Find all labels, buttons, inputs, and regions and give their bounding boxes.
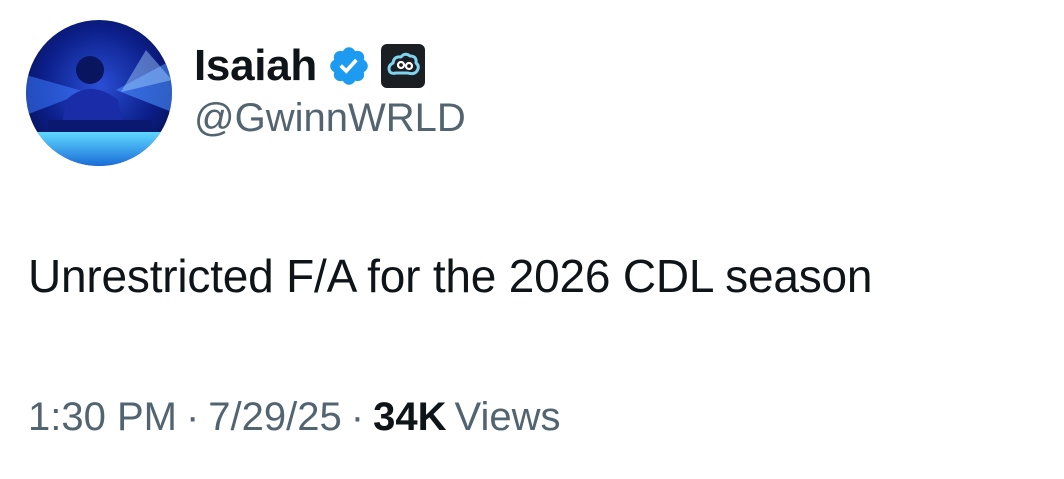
meta-separator: · <box>350 395 365 439</box>
verified-badge-icon[interactable] <box>327 44 371 88</box>
tweet-meta: 1:30 PM · 7/29/25 · 34K Views <box>28 397 560 437</box>
cloud9-logo-icon[interactable] <box>380 44 425 88</box>
avatar-image <box>26 20 172 166</box>
views-label: Views <box>454 395 561 439</box>
views-count: 34K <box>373 395 447 439</box>
tweet-date[interactable]: 7/29/25 <box>208 397 341 437</box>
author-display-name[interactable]: Isaiah <box>194 44 317 88</box>
tweet-time[interactable]: 1:30 PM <box>28 397 177 437</box>
tweet-text: Unrestricted F/A for the 2026 CDL season <box>28 250 873 302</box>
author-handle[interactable]: @GwinnWRLD <box>194 98 466 138</box>
author-name-row: Isaiah <box>194 38 425 94</box>
avatar[interactable] <box>26 20 172 166</box>
tweet-card: Isaiah @GwinnWRLD Unrestricted F/A for t… <box>0 0 1064 479</box>
meta-separator: · <box>185 395 200 439</box>
